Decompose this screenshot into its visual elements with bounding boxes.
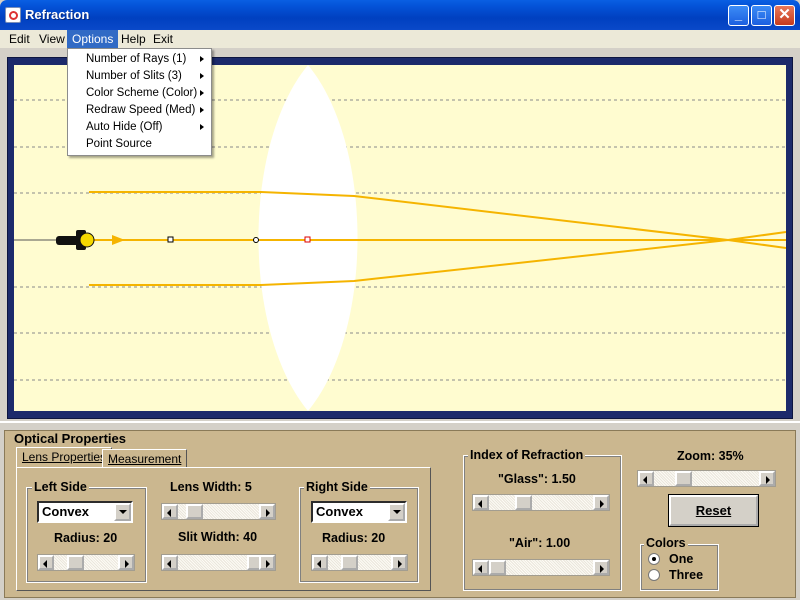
slider-thumb[interactable] [675, 471, 692, 486]
tab-lens-properties[interactable]: Lens Properties [16, 447, 113, 468]
menu-item-label: Redraw Speed (Med) [86, 104, 196, 116]
minimize-icon[interactable]: _ [728, 5, 749, 26]
chevron-down-icon[interactable] [388, 503, 405, 521]
scroll-right-icon[interactable] [593, 560, 609, 575]
right-radius-label: Radius: 20 [322, 531, 386, 545]
app-icon[interactable] [5, 7, 21, 23]
menu-exit[interactable]: Exit [148, 30, 178, 48]
color-three-label[interactable]: Three [669, 568, 703, 582]
submenu-arrow-icon [200, 56, 204, 62]
lens-width-label: Lens Width: 5 [170, 480, 252, 494]
slider-thumb[interactable] [515, 495, 532, 510]
ray-direction-arrow-icon [112, 235, 125, 245]
right-side-shape-select[interactable]: Convex [311, 501, 407, 523]
reset-button[interactable]: Reset [668, 494, 759, 527]
slit-width-slider[interactable] [161, 554, 276, 571]
color-one-radio[interactable] [648, 553, 660, 565]
menu-item-label: Number of Rays (1) [86, 53, 187, 65]
color-one-label[interactable]: One [669, 552, 693, 566]
scroll-left-icon[interactable] [162, 555, 178, 570]
menu-options[interactable]: Options [67, 30, 119, 48]
scroll-left-icon[interactable] [473, 560, 489, 575]
scroll-right-icon[interactable] [759, 471, 775, 486]
scroll-right-icon[interactable] [118, 555, 134, 570]
slit-width-label: Slit Width: 40 [178, 530, 258, 544]
glass-index-slider[interactable] [472, 494, 610, 511]
tab-label: Lens Properties [22, 450, 107, 464]
scroll-left-icon[interactable] [473, 495, 489, 510]
menu-item-label: Auto Hide (Off) [86, 121, 163, 133]
zoom-label: Zoom: 35% [677, 449, 744, 463]
submenu-arrow-icon [200, 124, 204, 130]
divider [0, 421, 800, 423]
lens-width-slider[interactable] [161, 503, 276, 520]
tab-label: Measurement [108, 452, 182, 466]
tab-measurement[interactable]: Measurement [102, 449, 188, 468]
left-side-shape-select[interactable]: Convex [37, 501, 133, 523]
colors-title: Colors [644, 536, 688, 550]
menu-edit[interactable]: Edit [4, 30, 35, 48]
submenu-arrow-icon [200, 73, 204, 79]
ray-handle-point[interactable] [167, 236, 174, 243]
glass-index-label: "Glass": 1.50 [498, 472, 576, 486]
slider-thumb[interactable] [489, 560, 506, 575]
left-side-title: Left Side [32, 480, 89, 494]
menu-help[interactable]: Help [116, 30, 151, 48]
select-value: Convex [316, 504, 363, 519]
lens-center-handle[interactable] [304, 236, 311, 243]
menu-item-redraw-speed[interactable]: Redraw Speed (Med) [68, 102, 211, 119]
menu-item-label: Number of Slits (3) [86, 70, 182, 82]
slider-thumb[interactable] [340, 555, 358, 570]
menu-item-color-scheme[interactable]: Color Scheme (Color) [68, 85, 211, 102]
submenu-arrow-icon [200, 107, 204, 113]
close-icon[interactable]: ✕ [774, 5, 795, 26]
slider-thumb[interactable] [66, 555, 84, 570]
submenu-arrow-icon [200, 90, 204, 96]
panel-title: Optical Properties [14, 431, 126, 446]
left-radius-slider[interactable] [37, 554, 135, 571]
air-index-label: "Air": 1.00 [509, 536, 571, 550]
slider-thumb[interactable] [186, 504, 204, 519]
chevron-down-icon[interactable] [114, 503, 131, 521]
left-radius-label: Radius: 20 [54, 531, 118, 545]
right-side-title: Right Side [304, 480, 370, 494]
light-rays [86, 191, 786, 286]
scroll-left-icon[interactable] [38, 555, 54, 570]
scroll-left-icon[interactable] [638, 471, 654, 486]
scroll-right-icon[interactable] [593, 495, 609, 510]
flashlight-icon[interactable] [56, 230, 95, 250]
menu-item-number-of-slits[interactable]: Number of Slits (3) [68, 68, 211, 85]
title-bar[interactable] [0, 0, 800, 30]
options-dropdown: Number of Rays (1) Number of Slits (3) C… [67, 48, 212, 156]
menu-item-number-of-rays[interactable]: Number of Rays (1) [68, 51, 211, 68]
lens-vertex-handle[interactable] [253, 237, 259, 243]
window-title: Refraction [25, 7, 90, 22]
menu-item-label: Point Source [86, 138, 152, 150]
select-value: Convex [42, 504, 89, 519]
menu-item-auto-hide[interactable]: Auto Hide (Off) [68, 119, 211, 136]
color-three-radio[interactable] [648, 569, 660, 581]
scroll-right-icon[interactable] [259, 555, 275, 570]
scroll-right-icon[interactable] [391, 555, 407, 570]
menu-item-label: Color Scheme (Color) [86, 87, 198, 99]
scroll-left-icon[interactable] [312, 555, 328, 570]
maximize-icon[interactable]: □ [751, 5, 772, 26]
right-radius-slider[interactable] [311, 554, 408, 571]
zoom-slider[interactable] [637, 470, 776, 487]
scroll-right-icon[interactable] [259, 504, 275, 519]
menu-item-point-source[interactable]: Point Source [68, 136, 211, 153]
index-of-refraction-title: Index of Refraction [468, 448, 586, 462]
menu-view[interactable]: View [34, 30, 70, 48]
air-index-slider[interactable] [472, 559, 610, 576]
scroll-left-icon[interactable] [162, 504, 178, 519]
